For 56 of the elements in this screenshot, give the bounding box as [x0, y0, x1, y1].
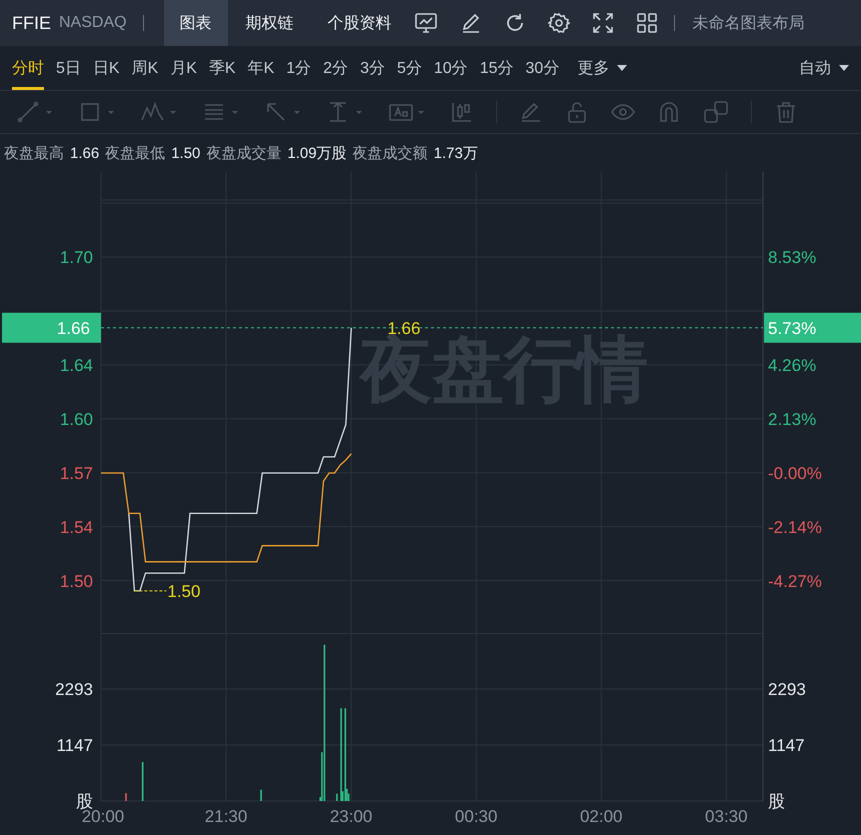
time-tick-label: 02:00	[580, 807, 623, 826]
nav-tab[interactable]: 期权链	[230, 0, 310, 46]
price-tick-label: 1.70	[60, 248, 93, 268]
stat-value: 1.66	[70, 144, 100, 162]
stat-label: 夜盘成交量	[206, 144, 282, 162]
volume-tick-label: 股	[768, 792, 785, 811]
volume-tick-label: 1147	[768, 736, 805, 755]
period-tab[interactable]: 30分	[525, 46, 560, 90]
volume-tick-label: 1147	[56, 736, 93, 755]
volume-tick-label: 2293	[55, 680, 93, 700]
current-price-text: 1.66	[56, 318, 90, 338]
period-tab[interactable]: 季K	[208, 46, 236, 90]
percent-tick-label: 4.26%	[768, 356, 816, 376]
price-tick-label: 1.50	[60, 572, 93, 592]
time-tick-label: 21:30	[204, 807, 248, 826]
period-tab[interactable]: 5日	[56, 46, 81, 90]
layout-name[interactable]: 未命名图表布局	[692, 12, 805, 34]
price-tick-label: 1.57	[60, 464, 93, 484]
period-tab[interactable]: 月K	[170, 46, 197, 90]
volume-tick-label: 2293	[768, 680, 806, 700]
low-price-label: 1.50	[167, 582, 200, 601]
period-tab[interactable]: 5分	[396, 46, 422, 90]
stat-label: 夜盘最低	[105, 144, 166, 162]
stat-label: 夜盘最高	[4, 144, 64, 162]
time-tick-label: 03:30	[705, 807, 748, 826]
percent-tick-label: 2.13%	[768, 410, 816, 429]
stat-label: 夜盘成交额	[352, 144, 428, 162]
period-tab[interactable]: 日K	[92, 46, 120, 90]
price-tick-label: 1.54	[60, 518, 93, 537]
percent-tick-label: -4.27%	[768, 572, 822, 592]
percent-tick-label: -0.00%	[768, 464, 822, 484]
percent-tick-label: 8.53%	[768, 248, 816, 268]
period-tab[interactable]: 15分	[480, 46, 514, 90]
time-tick-label: 23:00	[330, 807, 372, 826]
more-dropdown[interactable]: 更多	[571, 46, 628, 90]
period-tab[interactable]: 10分	[434, 46, 468, 90]
period-tab[interactable]: 分时	[12, 46, 44, 90]
stat-value: 1.50	[171, 144, 200, 162]
period-tab[interactable]: 1分	[286, 46, 312, 90]
ticker-symbol: FFIE	[12, 12, 51, 34]
period-tab[interactable]: 周K	[132, 46, 158, 90]
time-tick-label: 00:30	[454, 807, 498, 826]
price-tick-label: 1.60	[60, 410, 93, 429]
period-tab[interactable]: 2分	[323, 46, 348, 90]
exchange-label: NASDAQ	[59, 14, 127, 32]
stat-value: 1.73万	[434, 144, 478, 162]
stat-value: 1.09万股	[287, 144, 347, 162]
scale-dropdown[interactable]: 自动	[793, 46, 849, 90]
nav-tab[interactable]: 图表	[164, 0, 228, 46]
current-change-text: 5.73%	[768, 318, 816, 338]
percent-tick-label: -2.14%	[768, 518, 822, 537]
nav-tab[interactable]: 个股资料	[312, 0, 408, 46]
period-tab[interactable]: 3分	[360, 46, 385, 90]
period-tab[interactable]: 年K	[248, 46, 274, 90]
price-tick-label: 1.64	[60, 356, 93, 376]
volume-tick-label: 股	[76, 792, 93, 811]
